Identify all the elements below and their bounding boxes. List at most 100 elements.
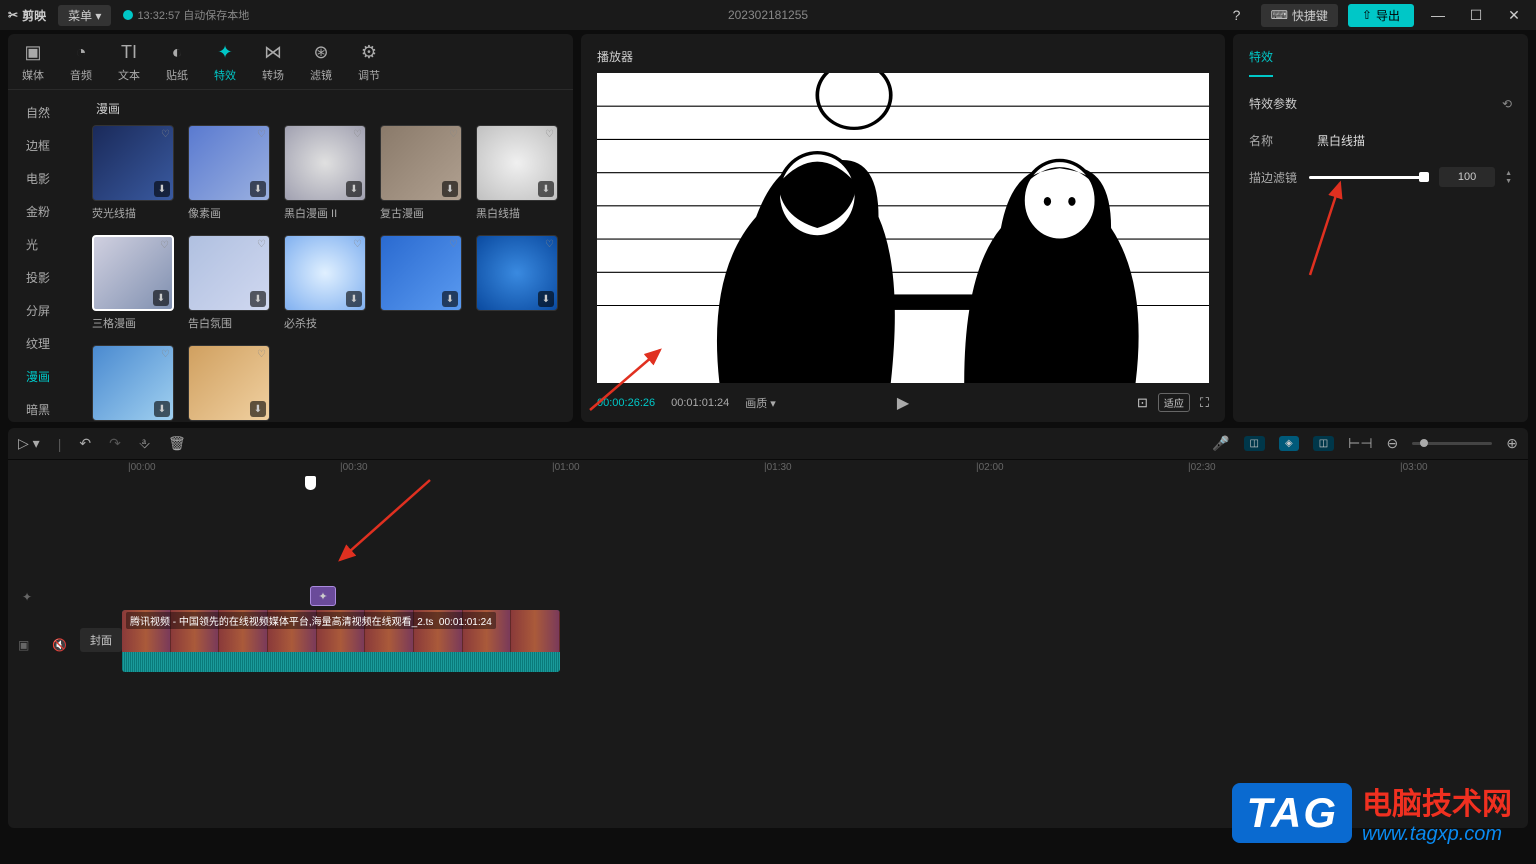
properties-section: 特效参数	[1249, 95, 1297, 112]
tab-滤镜[interactable]: ⊛滤镜	[310, 42, 332, 89]
download-icon[interactable]: ⬇	[538, 291, 554, 307]
menu-button[interactable]: 菜单 ▾	[58, 5, 111, 26]
fx-heading: 漫画	[96, 100, 569, 117]
fx-item[interactable]: ♡⬇像素画	[188, 125, 270, 221]
split-icon[interactable]: ⎀	[139, 435, 150, 452]
download-icon[interactable]: ⬇	[154, 401, 170, 417]
zoom-in-icon[interactable]: ⊕	[1506, 435, 1518, 452]
category-暗黑[interactable]: 暗黑	[8, 393, 88, 422]
heart-icon[interactable]: ♡	[257, 239, 266, 250]
compare-icon[interactable]: ⊡	[1137, 395, 1148, 411]
video-clip[interactable]: 腾讯视频 - 中国领先的在线视频媒体平台,海量高清视频在线观看_2.ts 00:…	[122, 610, 560, 672]
help-icon[interactable]: ?	[1223, 7, 1251, 23]
fx-item[interactable]: ♡⬇	[380, 235, 462, 331]
maximize-button[interactable]: ☐	[1462, 7, 1490, 24]
mic-icon[interactable]: 🎤	[1212, 435, 1229, 452]
download-icon[interactable]: ⬇	[442, 181, 458, 197]
fx-item[interactable]: ♡⬇黑白线描	[476, 125, 558, 221]
select-tool-icon[interactable]: ▷ ▾	[18, 435, 40, 452]
fx-clip[interactable]: ✦	[310, 586, 336, 606]
spin-down-icon[interactable]: ▼	[1505, 178, 1512, 185]
prop-name-value: 黑白线描	[1317, 132, 1365, 149]
fx-label: 复古漫画	[380, 205, 462, 221]
fx-item[interactable]: ♡⬇	[476, 235, 558, 331]
fullscreen-icon[interactable]: ⛶	[1200, 395, 1209, 411]
snap-btn-1[interactable]: ◫	[1244, 436, 1265, 451]
properties-tab[interactable]: 特效	[1249, 48, 1273, 77]
tab-贴纸[interactable]: ◐贴纸	[166, 42, 188, 89]
category-分屏[interactable]: 分屏	[8, 294, 88, 327]
fx-item[interactable]: ♡ ⬇ 复古漫画	[380, 125, 462, 221]
heart-icon[interactable]: ♡	[257, 129, 266, 140]
snap-btn-2[interactable]: ◈	[1279, 436, 1299, 451]
heart-icon[interactable]: ♡	[449, 239, 458, 250]
tab-转场[interactable]: ⋈转场	[262, 42, 284, 89]
slider-value-input[interactable]	[1439, 167, 1495, 187]
mute-track-icon[interactable]: 🔇	[52, 638, 67, 652]
play-button[interactable]: ▶	[897, 393, 909, 413]
tab-音频[interactable]: ◔音频	[70, 42, 92, 89]
category-边框[interactable]: 边框	[8, 129, 88, 162]
fx-item[interactable]: ♡⬇必杀技	[284, 235, 366, 331]
redo-icon[interactable]: ↷	[109, 435, 121, 452]
category-自然[interactable]: 自然	[8, 96, 88, 129]
undo-icon[interactable]: ↶	[79, 435, 91, 452]
asset-panel: ▣媒体 ◔音频 TI文本 ◐贴纸 ✦特效 ⋈转场 ⊛滤镜 ⚙调节 自然边框电影金粉光投影分屏纹…	[8, 34, 573, 422]
download-icon[interactable]: ⬇	[250, 291, 266, 307]
time-ruler[interactable]: |00:00|00:30|01:00|01:30|02:00|02:30|03:…	[118, 460, 1528, 478]
titlebar: ✂剪映 菜单 ▾ 13:32:57 自动保存本地 202302181255 ? …	[0, 0, 1536, 30]
download-icon[interactable]: ⬇	[346, 291, 362, 307]
download-icon[interactable]: ⬇	[154, 181, 170, 197]
export-button[interactable]: ⇧ 导出	[1348, 4, 1414, 27]
cover-button[interactable]: 封面	[80, 628, 122, 652]
fx-item[interactable]: ♡⬇告白氛围	[188, 235, 270, 331]
reset-icon[interactable]: ⟲	[1502, 97, 1512, 111]
heart-icon[interactable]: ♡	[161, 129, 170, 140]
heart-icon[interactable]: ♡	[160, 240, 169, 251]
ruler-mark: |02:00	[976, 462, 1004, 473]
category-金粉[interactable]: 金粉	[8, 195, 88, 228]
spin-up-icon[interactable]: ▲	[1505, 170, 1512, 177]
download-icon[interactable]: ⬇	[250, 181, 266, 197]
category-漫画[interactable]: 漫画	[8, 360, 88, 393]
heart-icon[interactable]: ♡	[545, 129, 554, 140]
timeline[interactable]: |00:00|00:30|01:00|01:30|02:00|02:30|03:…	[8, 460, 1528, 828]
download-icon[interactable]: ⬇	[538, 181, 554, 197]
fx-item[interactable]: ♡⬇三格漫画	[92, 235, 174, 331]
quality-dropdown[interactable]: 画质 ▾	[745, 395, 776, 411]
tab-文本[interactable]: TI文本	[118, 42, 140, 89]
zoom-out-icon[interactable]: ⊖	[1387, 435, 1399, 452]
delete-icon[interactable]: 🗑	[168, 435, 186, 452]
download-icon[interactable]: ⬇	[153, 290, 169, 306]
heart-icon[interactable]: ♡	[257, 349, 266, 360]
fit-button[interactable]: 适应	[1158, 393, 1190, 412]
asset-tabs: ▣媒体 ◔音频 TI文本 ◐贴纸 ✦特效 ⋈转场 ⊛滤镜 ⚙调节	[8, 34, 573, 90]
category-投影[interactable]: 投影	[8, 261, 88, 294]
stroke-slider[interactable]	[1309, 176, 1429, 179]
tab-调节[interactable]: ⚙调节	[358, 42, 380, 89]
fx-item[interactable]: ♡⬇	[188, 345, 270, 422]
fx-item[interactable]: ♡⬇黑白漫画 II	[284, 125, 366, 221]
heart-icon[interactable]: ♡	[449, 129, 458, 140]
download-icon[interactable]: ⬇	[346, 181, 362, 197]
category-电影[interactable]: 电影	[8, 162, 88, 195]
heart-icon[interactable]: ♡	[545, 239, 554, 250]
preview-viewport[interactable]	[597, 73, 1209, 383]
heart-icon[interactable]: ♡	[161, 349, 170, 360]
download-icon[interactable]: ⬇	[442, 291, 458, 307]
close-button[interactable]: ✕	[1500, 7, 1528, 24]
zoom-slider[interactable]	[1412, 442, 1492, 445]
download-icon[interactable]: ⬇	[250, 401, 266, 417]
snap-btn-3[interactable]: ◫	[1313, 436, 1334, 451]
heart-icon[interactable]: ♡	[353, 129, 362, 140]
heart-icon[interactable]: ♡	[353, 239, 362, 250]
fx-item[interactable]: ♡⬇	[92, 345, 174, 422]
category-光[interactable]: 光	[8, 228, 88, 261]
category-纹理[interactable]: 纹理	[8, 327, 88, 360]
tab-媒体[interactable]: ▣媒体	[22, 42, 44, 89]
tab-特效[interactable]: ✦特效	[214, 42, 236, 89]
minimize-button[interactable]: —	[1424, 7, 1452, 23]
align-icon[interactable]: ⊢⊣	[1348, 435, 1372, 452]
fx-item[interactable]: ♡⬇荧光线描	[92, 125, 174, 221]
hotkey-button[interactable]: ⌨ 快捷键	[1261, 4, 1338, 27]
